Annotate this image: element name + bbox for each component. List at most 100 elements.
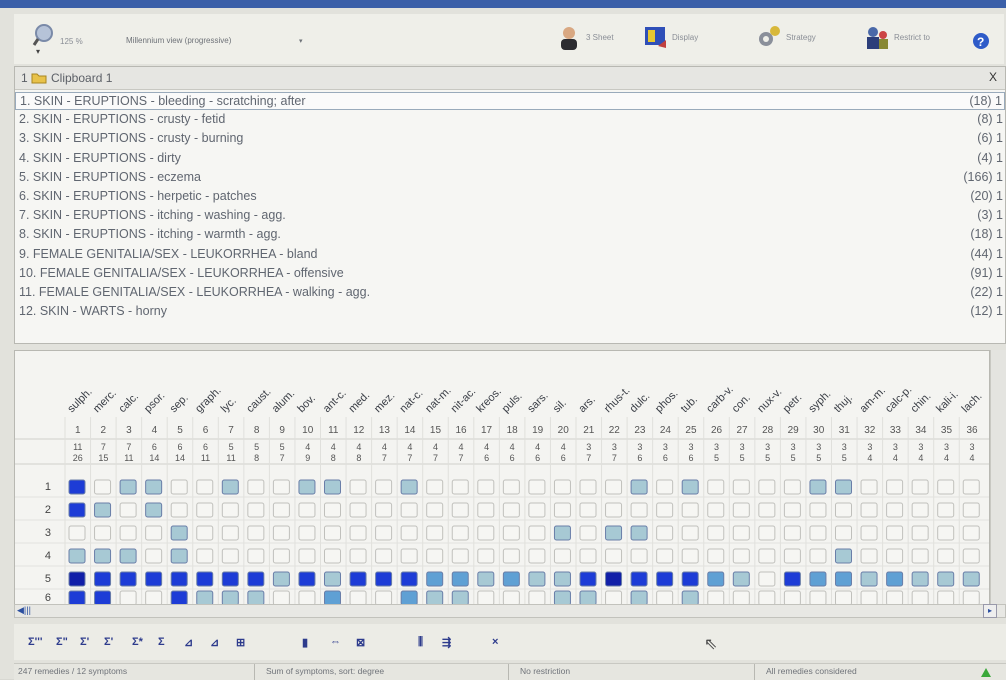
- grid-cell[interactable]: [451, 590, 469, 605]
- grid-cell[interactable]: [553, 525, 571, 541]
- grid-cell[interactable]: [170, 590, 188, 605]
- grid-cell[interactable]: [221, 590, 239, 605]
- grid-cell[interactable]: [170, 571, 188, 587]
- grid-cell[interactable]: [553, 479, 571, 495]
- analysis-tool-button[interactable]: Σ: [158, 636, 165, 648]
- grid-cell[interactable]: [630, 479, 648, 495]
- grid-cell[interactable]: [400, 479, 418, 495]
- grid-cell[interactable]: [962, 525, 980, 541]
- remedy-label[interactable]: lyc.: [219, 395, 239, 415]
- grid-cell[interactable]: [911, 502, 929, 518]
- grid-cell[interactable]: [758, 502, 776, 518]
- analysis-tool-button[interactable]: Σ''': [28, 636, 42, 648]
- grid-cell[interactable]: [937, 479, 955, 495]
- remedy-label[interactable]: alum.: [270, 388, 298, 416]
- grid-cell[interactable]: [809, 548, 827, 564]
- grid-cell[interactable]: [272, 590, 290, 605]
- remedy-label[interactable]: sep.: [168, 392, 191, 415]
- grid-cell[interactable]: [605, 502, 623, 518]
- grid-cell[interactable]: [426, 590, 444, 605]
- grid-cell[interactable]: [835, 502, 852, 518]
- analysis-tool-button[interactable]: ⇔: [330, 636, 341, 648]
- status-sort[interactable]: Sum of symptoms, sort: degree: [266, 666, 384, 676]
- scroll-left-icon[interactable]: ◀|||: [17, 605, 31, 616]
- grid-cell[interactable]: [758, 571, 776, 587]
- grid-cell[interactable]: [605, 571, 623, 587]
- grid-cell[interactable]: [400, 548, 418, 564]
- remedy-label[interactable]: syph.: [806, 388, 833, 415]
- grid-cell[interactable]: [477, 479, 495, 495]
- grid-cell[interactable]: [656, 525, 674, 541]
- analysis-tool-button[interactable]: ⊠: [356, 636, 365, 649]
- grid-cell[interactable]: [656, 479, 674, 495]
- analysis-tool-button[interactable]: Σ*: [132, 636, 143, 648]
- grid-cell[interactable]: [630, 590, 648, 605]
- grid-cell[interactable]: [553, 548, 571, 564]
- remedy-label[interactable]: nat-m.: [423, 385, 454, 416]
- grid-cell[interactable]: [451, 479, 469, 495]
- grid-cell[interactable]: [221, 502, 239, 518]
- grid-cell[interactable]: [400, 502, 418, 518]
- grid-cell[interactable]: [732, 525, 750, 541]
- remedy-label[interactable]: sars.: [525, 390, 550, 415]
- grid-cell[interactable]: [170, 548, 188, 564]
- analysis-tool-button[interactable]: ⊿: [184, 636, 193, 649]
- chevron-down-icon[interactable]: ▾: [299, 37, 303, 45]
- grid-cell[interactable]: [835, 548, 852, 564]
- remedy-label[interactable]: ant-c.: [321, 387, 349, 415]
- grid-cell[interactable]: [579, 502, 597, 518]
- remedy-label[interactable]: ars.: [576, 394, 597, 415]
- remedy-label[interactable]: merc.: [91, 387, 119, 415]
- grid-cell[interactable]: [324, 571, 341, 587]
- rubric-row[interactable]: 10. FEMALE GENITALIA/SEX - LEUKORRHEA - …: [15, 265, 1005, 283]
- analysis-tool-button[interactable]: Σ': [80, 636, 89, 648]
- grid-cell[interactable]: [349, 525, 367, 541]
- grid-cell[interactable]: [860, 502, 878, 518]
- grid-cell[interactable]: [324, 502, 341, 518]
- rubric-row[interactable]: 2. SKIN - ERUPTIONS - crusty - fetid (8) …: [15, 111, 1005, 129]
- grid-cell[interactable]: [553, 502, 571, 518]
- analysis-tool-button[interactable]: ⊿: [210, 636, 219, 649]
- remedy-label[interactable]: nit-ac.: [449, 385, 479, 415]
- grid-cell[interactable]: [809, 479, 827, 495]
- grid-cell[interactable]: [298, 548, 316, 564]
- grid-cell[interactable]: [272, 525, 290, 541]
- remedy-label[interactable]: calc-p.: [883, 384, 914, 415]
- grid-cell[interactable]: [426, 479, 444, 495]
- remedy-label[interactable]: nat-c.: [398, 387, 426, 415]
- grid-cell[interactable]: [221, 525, 239, 541]
- grid-cell[interactable]: [783, 479, 801, 495]
- grid-cell[interactable]: [732, 479, 750, 495]
- grid-cell[interactable]: [145, 502, 163, 518]
- grid-cell[interactable]: [375, 525, 393, 541]
- help-icon[interactable]: ?: [972, 32, 990, 50]
- grid-cell[interactable]: [528, 525, 546, 541]
- grid-cell[interactable]: [886, 479, 904, 495]
- grid-cell[interactable]: [528, 548, 546, 564]
- grid-cell[interactable]: [451, 502, 469, 518]
- scroll-right-icon[interactable]: ▸: [983, 604, 997, 618]
- grid-cell[interactable]: [911, 590, 929, 605]
- grid-cell[interactable]: [962, 571, 980, 587]
- grid-cell[interactable]: [809, 590, 827, 605]
- grid-cell[interactable]: [145, 590, 163, 605]
- grid-cell[interactable]: [426, 525, 444, 541]
- grid-cell[interactable]: [783, 502, 801, 518]
- grid-cell[interactable]: [528, 590, 546, 605]
- grid-cell[interactable]: [68, 548, 86, 564]
- grid-cell[interactable]: [630, 525, 648, 541]
- grid-cell[interactable]: [502, 479, 520, 495]
- grid-cell[interactable]: [349, 548, 367, 564]
- grid-cell[interactable]: [681, 479, 699, 495]
- remedy-label[interactable]: con.: [730, 392, 753, 415]
- view-mode-select[interactable]: Millennium view (progressive): [126, 36, 231, 45]
- grid-cell[interactable]: [400, 571, 418, 587]
- grid-cell[interactable]: [400, 525, 418, 541]
- grid-cell[interactable]: [94, 590, 112, 605]
- grid-cell[interactable]: [911, 479, 929, 495]
- grid-cell[interactable]: [579, 479, 597, 495]
- grid-cell[interactable]: [247, 590, 265, 605]
- rubric-row[interactable]: 5. SKIN - ERUPTIONS - eczema (166) 1: [15, 169, 1005, 187]
- vertical-scrollbar[interactable]: [990, 350, 1006, 606]
- grid-cell[interactable]: [426, 502, 444, 518]
